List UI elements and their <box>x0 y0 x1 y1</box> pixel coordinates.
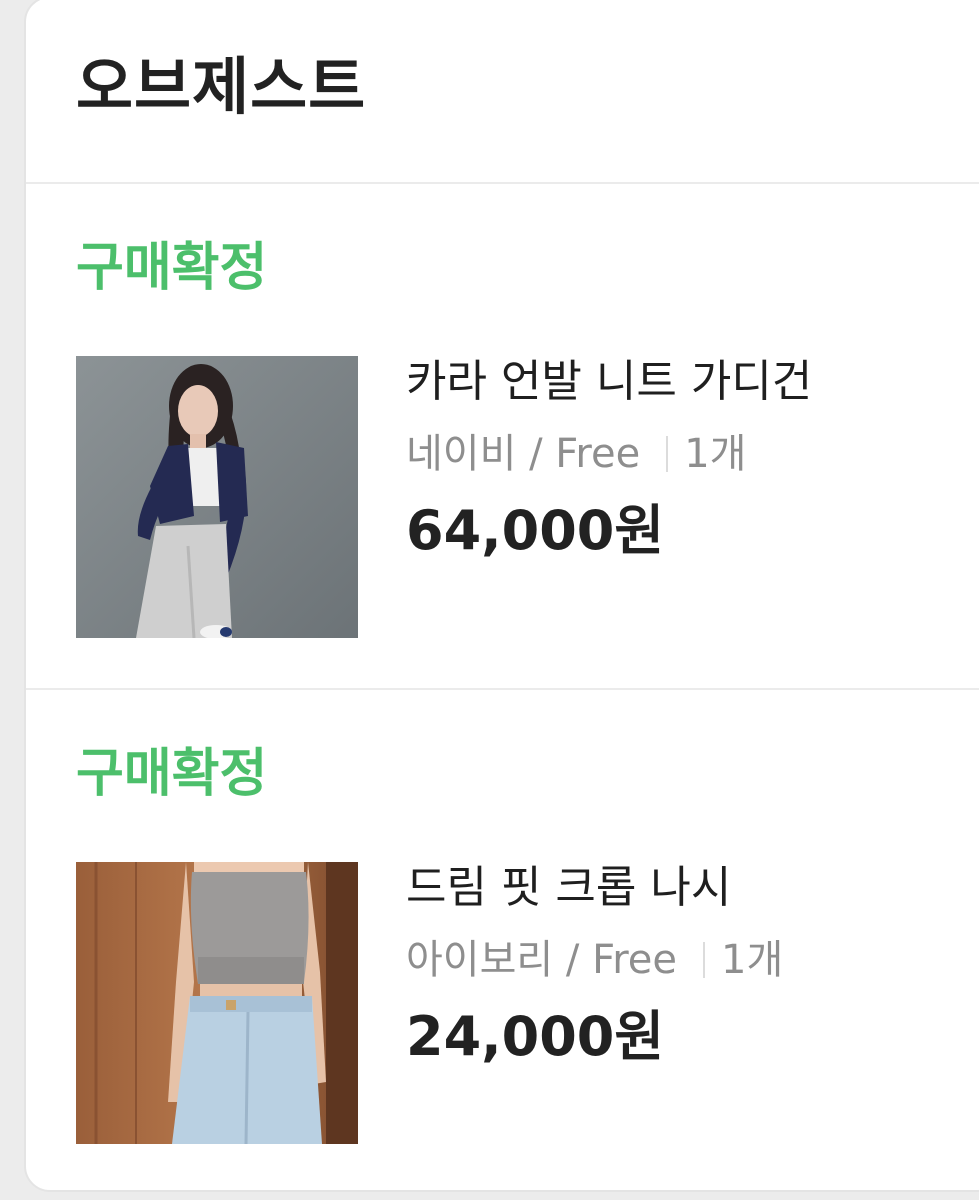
product-photo-cardigan <box>76 356 358 638</box>
order-card: 오브제스트 구매확정 카라 언발 니트 가디건 네이비 / Free 1개 64… <box>24 0 979 1192</box>
product-price: 24,000원 <box>406 1005 665 1068</box>
product-quantity: 1개 <box>684 431 747 477</box>
product-price: 64,000원 <box>406 499 665 562</box>
option-row: 네이비 / Free 1개 <box>406 434 812 474</box>
product-image[interactable] <box>76 862 358 1144</box>
store-header[interactable]: 오브제스트 <box>26 0 979 184</box>
divider <box>666 436 669 472</box>
order-item[interactable]: 구매확정 <box>26 690 979 1190</box>
divider <box>703 942 705 978</box>
product-photo-crop-top <box>76 862 358 1144</box>
product-info[interactable]: 드림 핏 크롭 나시 아이보리 / Free 1개 24,000원 <box>406 866 783 1064</box>
product-image[interactable] <box>76 356 358 638</box>
order-item[interactable]: 구매확정 <box>26 184 979 690</box>
product-option: 네이비 / Free <box>406 431 641 477</box>
option-row: 아이보리 / Free 1개 <box>406 940 783 980</box>
order-status: 구매확정 <box>76 744 268 804</box>
store-name[interactable]: 오브제스트 <box>76 56 366 118</box>
product-name[interactable]: 카라 언발 니트 가디건 <box>406 360 812 404</box>
product-option: 아이보리 / Free <box>406 937 677 983</box>
product-quantity: 1개 <box>721 937 784 983</box>
order-status: 구매확정 <box>76 238 268 298</box>
product-info[interactable]: 카라 언발 니트 가디건 네이비 / Free 1개 64,000원 <box>406 360 812 558</box>
product-name[interactable]: 드림 핏 크롭 나시 <box>406 866 783 910</box>
